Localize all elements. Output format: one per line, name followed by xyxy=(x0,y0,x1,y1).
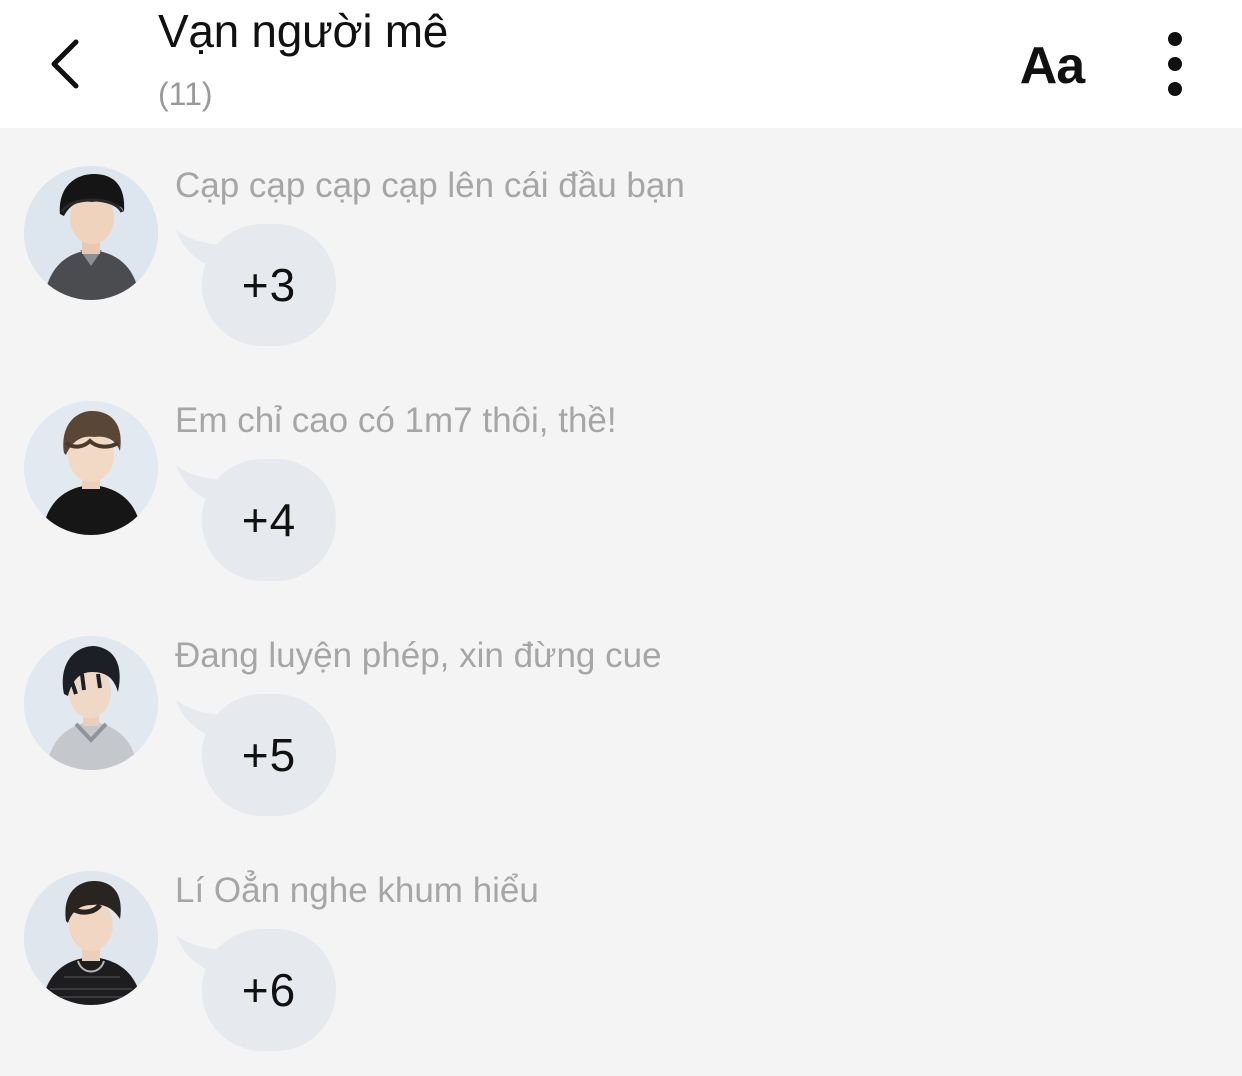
message-bubble[interactable]: +5 xyxy=(202,694,336,816)
chat-header: Vạn người mê (11) Aa xyxy=(0,0,1242,128)
message-row: Lí Oẳn nghe khum hiểu +6 xyxy=(0,833,1242,1051)
avatar[interactable] xyxy=(24,871,158,1005)
avatar[interactable] xyxy=(24,166,158,300)
message-bubble[interactable]: +3 xyxy=(202,224,336,346)
message-bubble[interactable]: +4 xyxy=(202,459,336,581)
sender-name: Đang luyện phép, xin đừng cue xyxy=(175,636,662,675)
back-button[interactable] xyxy=(34,26,98,102)
chevron-left-icon xyxy=(51,39,79,89)
message-row: Em chỉ cao có 1m7 thôi, thề! +4 xyxy=(0,363,1242,581)
avatar[interactable] xyxy=(24,401,158,535)
more-options-button[interactable] xyxy=(1150,28,1200,100)
font-size-button[interactable]: Aa xyxy=(1012,36,1092,96)
chat-title: Vạn người mê xyxy=(158,5,449,57)
member-count: (11) xyxy=(158,76,213,112)
sender-name: Cạp cạp cạp cạp lên cái đầu bạn xyxy=(175,166,685,205)
message-bubble[interactable]: +6 xyxy=(202,929,336,1051)
message-row: Cạp cạp cạp cạp lên cái đầu bạn +3 xyxy=(0,128,1242,346)
avatar[interactable] xyxy=(24,636,158,770)
message-list[interactable]: Cạp cạp cạp cạp lên cái đầu bạn +3 Em ch… xyxy=(0,128,1242,1076)
message-row: Đang luyện phép, xin đừng cue +5 xyxy=(0,598,1242,816)
sender-name: Em chỉ cao có 1m7 thôi, thề! xyxy=(175,401,617,440)
sender-name: Lí Oẳn nghe khum hiểu xyxy=(175,871,539,910)
